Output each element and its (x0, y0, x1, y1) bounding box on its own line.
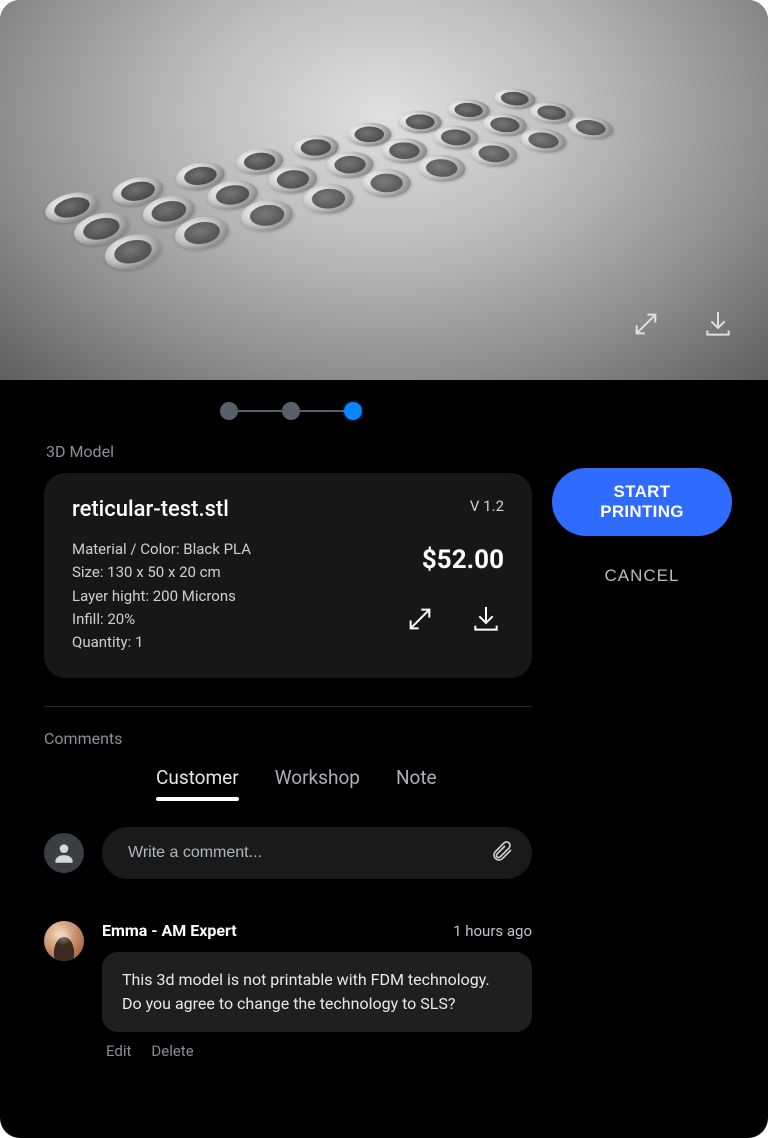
tab-workshop[interactable]: Workshop (275, 766, 360, 799)
spec-infill: Infill: 20% (72, 608, 251, 631)
comment-item: Emma - AM Expert 1 hours ago This 3d mod… (44, 921, 532, 1060)
spec-material: Material / Color: Black PLA (72, 538, 251, 561)
comments-label: Comments (44, 729, 532, 748)
model-card: reticular-test.stl Material / Color: Bla… (44, 473, 532, 678)
comment-time: 1 hours ago (453, 922, 532, 940)
comment-tabs: Customer Workshop Note (44, 766, 532, 799)
comment-input-wrapper[interactable] (102, 827, 532, 879)
download-icon[interactable] (700, 306, 736, 342)
comment-delete[interactable]: Delete (151, 1042, 193, 1060)
step-4[interactable] (406, 402, 424, 420)
step-6[interactable] (530, 402, 548, 420)
preview-actions (628, 306, 736, 342)
model-preview[interactable] (0, 0, 768, 380)
progress-stepper (0, 380, 768, 434)
tab-customer[interactable]: Customer (156, 766, 239, 799)
spec-layer: Layer hight: 200 Microns (72, 585, 251, 608)
tab-note[interactable]: Note (396, 766, 437, 799)
model-render (60, 35, 698, 320)
comment-line: Do you agree to change the technology to… (122, 992, 512, 1016)
model-version: V 1.2 (470, 497, 504, 515)
step-1[interactable] (220, 402, 238, 420)
file-name: reticular-test.stl (72, 497, 251, 522)
comment-line: This 3d model is not printable with FDM … (122, 968, 512, 992)
step-2[interactable] (282, 402, 300, 420)
comment-author: Emma - AM Expert (102, 921, 237, 940)
section-label-3d-model: 3D Model (46, 442, 532, 461)
step-3-current[interactable] (344, 402, 362, 420)
comment-edit[interactable]: Edit (106, 1042, 131, 1060)
card-download-icon[interactable] (468, 601, 504, 637)
cancel-button[interactable]: CANCEL (552, 566, 732, 586)
start-printing-button[interactable]: START PRINTING (552, 468, 732, 536)
primary-actions: START PRINTING CANCEL (552, 434, 732, 586)
attach-icon[interactable] (490, 839, 514, 867)
comment-bubble: This 3d model is not printable with FDM … (102, 952, 532, 1032)
spec-size: Size: 130 x 50 x 20 cm (72, 561, 251, 584)
comment-actions: Edit Delete (102, 1042, 532, 1060)
step-5[interactable] (468, 402, 486, 420)
model-price: $52.00 (422, 545, 504, 575)
spec-quantity: Quantity: 1 (72, 631, 251, 654)
comment-avatar[interactable] (44, 921, 84, 961)
app-window: 3D Model reticular-test.stl Material / C… (0, 0, 768, 1138)
comment-compose (44, 827, 532, 879)
comment-input[interactable] (128, 844, 478, 862)
expand-icon[interactable] (628, 306, 664, 342)
card-expand-icon[interactable] (402, 601, 438, 637)
current-user-avatar[interactable] (44, 833, 84, 873)
divider (44, 706, 532, 707)
